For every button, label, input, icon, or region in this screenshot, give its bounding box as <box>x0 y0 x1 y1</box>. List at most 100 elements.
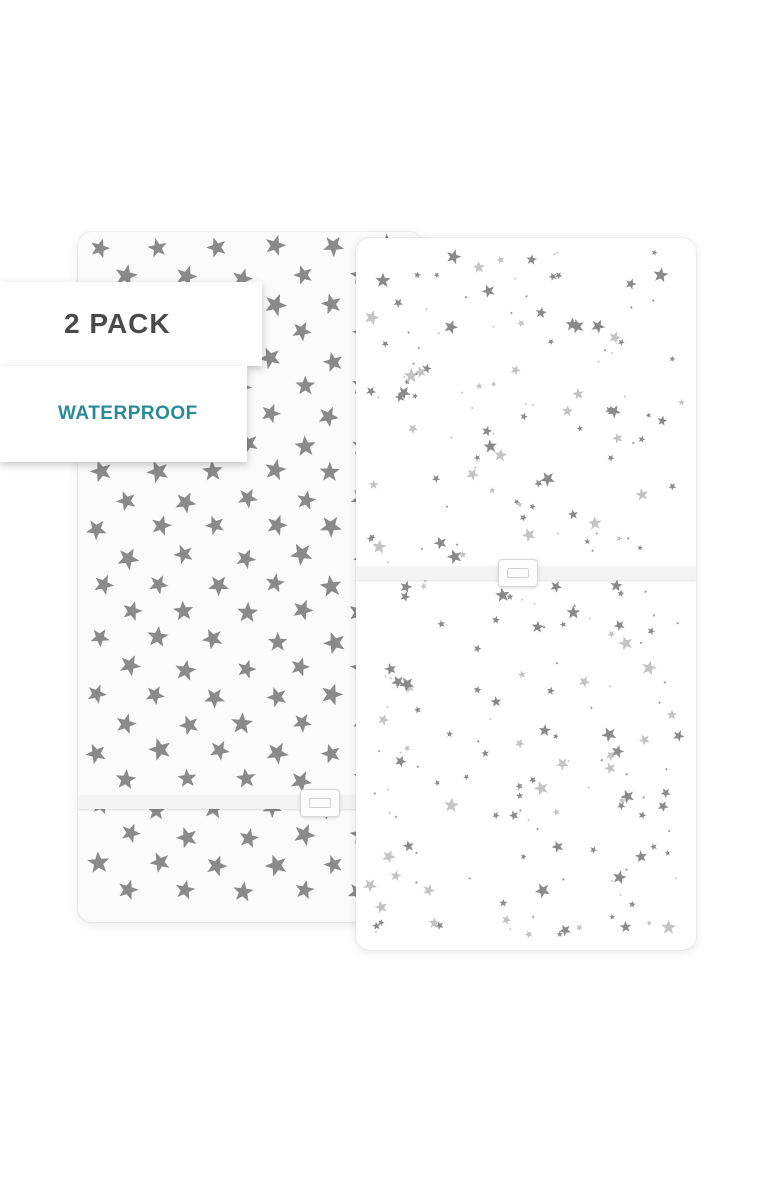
star-large <box>266 687 287 708</box>
star-large <box>237 601 259 622</box>
star-large <box>173 544 193 565</box>
star-small <box>423 884 435 897</box>
star-small <box>374 900 387 914</box>
star-small <box>520 853 527 860</box>
star-large <box>173 600 194 621</box>
star-large <box>235 768 256 788</box>
star-small <box>572 388 584 400</box>
star-large <box>149 575 169 595</box>
star-small <box>386 787 390 791</box>
star-small <box>540 472 555 487</box>
star-large <box>297 490 317 510</box>
star-small <box>491 325 495 329</box>
star-small <box>515 739 525 749</box>
star-small <box>407 424 419 434</box>
star-small <box>394 815 398 819</box>
star-small <box>422 363 432 374</box>
star-small <box>375 272 391 288</box>
star-small <box>597 360 601 364</box>
star-small <box>631 441 635 445</box>
star-small <box>524 930 533 939</box>
star-small <box>638 811 647 820</box>
star-small <box>587 786 591 790</box>
star-small <box>568 509 578 520</box>
star-small <box>399 751 402 754</box>
star-small <box>607 454 615 462</box>
star-small <box>589 846 598 854</box>
star-small <box>610 579 623 592</box>
star-small <box>646 920 652 926</box>
star-small <box>559 621 567 628</box>
star-small <box>466 468 479 481</box>
star-small <box>437 331 441 335</box>
star-small <box>625 773 629 776</box>
star-large <box>147 238 167 258</box>
star-small <box>447 249 462 265</box>
star-large <box>238 659 257 679</box>
waterproof-text: WATERPROOF <box>58 403 198 424</box>
star-small <box>604 762 616 775</box>
star-small <box>437 620 445 628</box>
star-small <box>533 602 537 606</box>
star-small <box>434 779 441 786</box>
star-large <box>116 713 137 735</box>
star-large <box>319 461 340 481</box>
star-small <box>652 613 656 617</box>
star-small <box>651 249 658 256</box>
star-small <box>366 386 377 397</box>
star-small <box>526 818 530 822</box>
star-large <box>322 683 344 706</box>
star-small <box>374 930 378 934</box>
star-small <box>591 319 606 334</box>
star-small <box>476 739 480 743</box>
star-small <box>578 676 591 688</box>
star-small <box>639 641 643 645</box>
star-small <box>555 251 559 255</box>
star-small <box>372 539 387 554</box>
star-large <box>267 514 288 536</box>
star-large <box>323 236 345 258</box>
star-small <box>416 765 420 769</box>
star-large <box>148 738 170 761</box>
star-small <box>473 644 482 653</box>
star-small <box>411 362 415 366</box>
star-small <box>595 531 599 535</box>
star-small <box>635 488 648 501</box>
star-large <box>295 375 316 395</box>
star-small <box>567 759 571 763</box>
star-small <box>626 537 630 540</box>
star-small <box>473 685 482 694</box>
star-small <box>619 921 632 933</box>
star-small <box>609 914 615 920</box>
star-large <box>320 743 340 764</box>
star-large <box>149 852 170 873</box>
star-small <box>386 561 390 564</box>
star-small <box>612 433 623 444</box>
star-small <box>634 850 647 863</box>
star-large <box>322 352 343 372</box>
star-large <box>147 625 169 647</box>
star-large <box>295 880 315 900</box>
star-small <box>520 598 524 601</box>
star-small <box>508 927 512 931</box>
star-small <box>531 620 544 633</box>
star-small <box>628 900 636 908</box>
star-large <box>89 460 111 483</box>
star-small <box>660 788 671 799</box>
star-small <box>566 605 581 619</box>
star-small <box>372 921 381 930</box>
star-large <box>294 824 316 847</box>
star-small <box>389 676 393 680</box>
star-small <box>518 809 522 812</box>
star-small <box>651 299 655 303</box>
star-small <box>661 919 676 934</box>
star-small <box>509 810 519 821</box>
star-large <box>290 543 313 566</box>
star-large <box>318 406 339 428</box>
star-small <box>552 808 560 816</box>
star-small <box>584 538 591 545</box>
star-large <box>87 851 110 873</box>
star-small <box>561 405 574 417</box>
star-small <box>618 893 622 897</box>
star-large <box>86 520 107 541</box>
